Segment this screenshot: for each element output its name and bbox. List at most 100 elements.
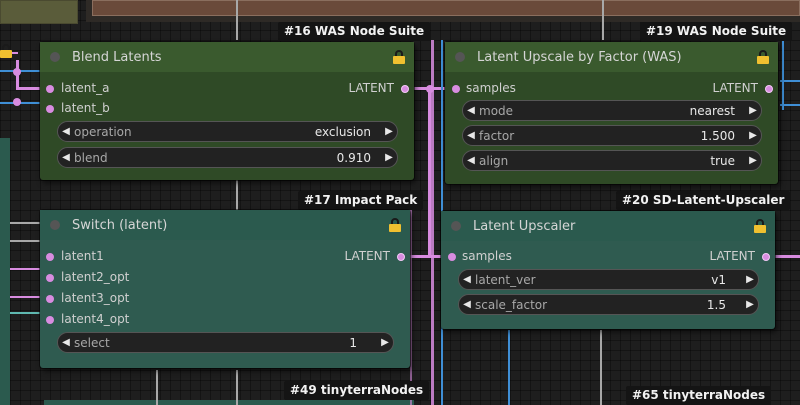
node-blend-latents[interactable]: Blend Latents latent_a latent_b LATENT ◀… (40, 42, 414, 180)
input-label: latent1 (61, 249, 104, 263)
link-wire (410, 210, 412, 405)
offscreen-node-left (0, 138, 10, 405)
link-wire (18, 87, 42, 90)
node-title: Latent Upscale by Factor (WAS) (477, 49, 682, 65)
collapse-toggle[interactable] (50, 52, 60, 62)
input-label: latent_a (61, 81, 110, 95)
input-slot-latent-b[interactable] (46, 105, 54, 113)
link-wire (0, 102, 42, 104)
node-title: Blend Latents (72, 49, 162, 65)
increment-arrow-icon[interactable]: ▶ (381, 126, 397, 137)
input-slot-latent-a[interactable] (46, 85, 54, 93)
input-label: latent_b (61, 101, 110, 115)
decrement-arrow-icon[interactable]: ◀ (463, 105, 479, 116)
offscreen-node-top-left (0, 0, 78, 24)
node-title: Latent Upscaler (473, 218, 576, 234)
input-label: latent2_opt (61, 270, 130, 284)
input-label: latent4_opt (61, 312, 130, 326)
blend-number[interactable]: ◀ blend 0.910 ▶ (57, 147, 398, 168)
increment-arrow-icon[interactable]: ▶ (745, 130, 761, 141)
operation-combo[interactable]: ◀ operation exclusion ▶ (57, 121, 398, 142)
link-wire (236, 0, 238, 40)
node-source-badge: #17 Impact Pack (298, 191, 424, 210)
input-slot-samples[interactable] (452, 85, 460, 93)
input-slot-latent1[interactable] (46, 253, 54, 261)
node-title: Switch (latent) (72, 217, 168, 233)
link-wire (10, 268, 42, 270)
input-slot-latent2-opt[interactable] (46, 274, 54, 282)
link-wire (10, 296, 42, 298)
output-label: LATENT (712, 81, 758, 95)
node-header[interactable]: Switch (latent) (40, 210, 410, 240)
input-label: latent3_opt (61, 291, 130, 305)
input-slot-samples[interactable] (448, 253, 456, 261)
node-header[interactable]: Latent Upscaler (441, 211, 775, 241)
output-slot-latent[interactable] (765, 85, 773, 93)
lock-icon[interactable] (757, 50, 769, 64)
output-label: LATENT (344, 249, 390, 263)
link-wire (431, 40, 434, 405)
lock-icon[interactable] (393, 50, 405, 64)
decrement-arrow-icon[interactable]: ◀ (463, 130, 479, 141)
node-header[interactable]: Latent Upscale by Factor (WAS) (445, 42, 778, 72)
increment-arrow-icon[interactable]: ▶ (742, 299, 758, 310)
link-wire (156, 370, 158, 405)
increment-arrow-icon[interactable]: ▶ (377, 337, 393, 348)
lock-icon[interactable] (389, 218, 401, 232)
increment-arrow-icon[interactable]: ▶ (742, 274, 758, 285)
link-wire (236, 180, 238, 210)
offscreen-node-top-center-body (92, 0, 800, 16)
link-wire (508, 330, 510, 405)
link-reroute-dot[interactable] (13, 68, 21, 76)
output-label: LATENT (709, 249, 755, 263)
link-wire (0, 70, 44, 72)
node-latent-upscaler[interactable]: Latent Upscaler samples LATENT ◀ latent_… (441, 211, 775, 329)
output-slot-latent[interactable] (762, 253, 770, 261)
select-number[interactable]: ◀ select 1 ▶ (57, 332, 394, 353)
node-switch-latent[interactable]: Switch (latent) latent1 latent2_opt late… (40, 210, 410, 368)
output-label: LATENT (348, 81, 394, 95)
input-slot-latent4-opt[interactable] (46, 316, 54, 324)
node-latent-upscale-by-factor[interactable]: Latent Upscale by Factor (WAS) samples L… (445, 42, 778, 184)
offscreen-node-bottom (44, 400, 414, 405)
link-wire (10, 312, 42, 314)
link-wire (10, 222, 42, 224)
node-header[interactable]: Blend Latents (40, 42, 414, 72)
collapse-toggle[interactable] (50, 220, 60, 230)
input-slot-latent3-opt[interactable] (46, 295, 54, 303)
increment-arrow-icon[interactable]: ▶ (381, 152, 397, 163)
lock-icon[interactable] (754, 219, 766, 233)
link-reroute-dot[interactable] (13, 98, 21, 106)
mode-combo[interactable]: ◀ mode nearest ▶ (462, 100, 762, 121)
node-source-badge: #16 WAS Node Suite (278, 22, 431, 41)
increment-arrow-icon[interactable]: ▶ (745, 155, 761, 166)
collapse-toggle[interactable] (455, 52, 465, 62)
lock-icon[interactable] (0, 44, 12, 58)
node-source-badge: #49 tinyterraNodes (284, 381, 430, 400)
link-wire (10, 240, 42, 242)
input-label: samples (462, 249, 512, 263)
link-wire (602, 0, 604, 40)
decrement-arrow-icon[interactable]: ◀ (459, 299, 475, 310)
factor-number[interactable]: ◀ factor 1.500 ▶ (462, 125, 762, 146)
link-wire (782, 40, 784, 110)
decrement-arrow-icon[interactable]: ◀ (459, 274, 475, 285)
output-slot-latent[interactable] (401, 85, 409, 93)
decrement-arrow-icon[interactable]: ◀ (58, 152, 74, 163)
decrement-arrow-icon[interactable]: ◀ (463, 155, 479, 166)
node-source-badge: #19 WAS Node Suite (640, 22, 793, 41)
increment-arrow-icon[interactable]: ▶ (745, 105, 761, 116)
collapse-toggle[interactable] (451, 221, 461, 231)
node-source-badge: #20 SD-Latent-Upscaler (616, 191, 791, 210)
link-reroute-dot[interactable] (426, 85, 434, 93)
align-toggle[interactable]: ◀ align true ▶ (462, 150, 762, 171)
decrement-arrow-icon[interactable]: ◀ (58, 126, 74, 137)
link-wire (236, 370, 238, 405)
latent-ver-combo[interactable]: ◀ latent_ver v1 ▶ (458, 269, 759, 290)
link-wire (408, 255, 444, 258)
output-slot-latent[interactable] (397, 253, 405, 261)
input-label: samples (466, 81, 516, 95)
scale-factor-number[interactable]: ◀ scale_factor 1.5 ▶ (458, 294, 759, 315)
decrement-arrow-icon[interactable]: ◀ (58, 337, 74, 348)
node-source-badge: #65 tinyterraNodes (626, 386, 772, 405)
